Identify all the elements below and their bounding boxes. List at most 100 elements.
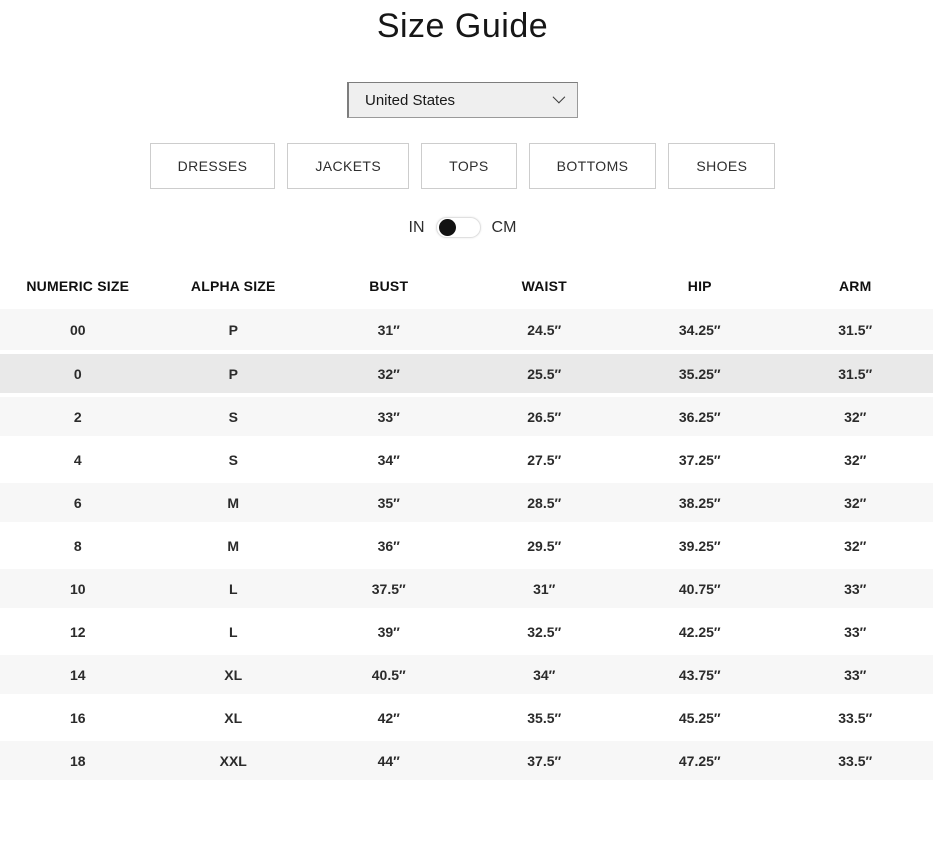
table-cell: 36″	[311, 524, 467, 567]
table-cell: 34″	[467, 653, 623, 696]
table-cell: 4	[0, 438, 156, 481]
table-cell: 47.25″	[622, 739, 778, 782]
table-cell: P	[156, 352, 312, 395]
table-cell: 44″	[311, 739, 467, 782]
table-cell: 29.5″	[467, 524, 623, 567]
table-cell: 25.5″	[467, 352, 623, 395]
table-cell: 37.25″	[622, 438, 778, 481]
table-cell: 16	[0, 696, 156, 739]
table-cell: 42″	[311, 696, 467, 739]
table-cell: 34.25″	[622, 309, 778, 352]
category-tab-shoes[interactable]: SHOES	[668, 143, 775, 189]
table-row: 4S34″27.5″37.25″32″	[0, 438, 933, 481]
table-cell: 39″	[311, 610, 467, 653]
table-cell: 12	[0, 610, 156, 653]
table-cell: 26.5″	[467, 395, 623, 438]
category-tab-bottoms[interactable]: BOTTOMS	[529, 143, 657, 189]
table-cell: 31″	[311, 309, 467, 352]
table-cell: XXL	[156, 739, 312, 782]
table-cell: 31″	[467, 567, 623, 610]
table-cell: 45.25″	[622, 696, 778, 739]
country-select[interactable]: United States	[347, 82, 578, 118]
table-cell: 38.25″	[622, 481, 778, 524]
table-cell: 28.5″	[467, 481, 623, 524]
table-cell: 31.5″	[778, 352, 934, 395]
table-cell: 32″	[778, 481, 934, 524]
column-header: HIP	[622, 268, 778, 309]
table-cell: 40.75″	[622, 567, 778, 610]
table-cell: XL	[156, 653, 312, 696]
table-cell: 10	[0, 567, 156, 610]
category-tab-jackets[interactable]: JACKETS	[287, 143, 409, 189]
table-cell: 33.5″	[778, 696, 934, 739]
page-title: Size Guide	[0, 0, 925, 46]
category-tab-tops[interactable]: TOPS	[421, 143, 516, 189]
toggle-knob	[439, 219, 456, 236]
table-cell: 00	[0, 309, 156, 352]
table-cell: 33″	[311, 395, 467, 438]
table-cell: 33.5″	[778, 739, 934, 782]
table-cell: 8	[0, 524, 156, 567]
size-guide-panel: Size Guide United States DRESSESJACKETS T…	[0, 0, 925, 238]
table-cell: S	[156, 395, 312, 438]
column-header: WAIST	[467, 268, 623, 309]
table-cell: L	[156, 610, 312, 653]
unit-label-cm[interactable]: CM	[492, 219, 517, 237]
table-cell: 37.5″	[467, 739, 623, 782]
table-cell: 40.5″	[311, 653, 467, 696]
table-row: 18XXL44″37.5″47.25″33.5″	[0, 739, 933, 782]
category-tab-dresses[interactable]: DRESSES	[150, 143, 276, 189]
table-cell: 0	[0, 352, 156, 395]
table-cell: 32″	[778, 395, 934, 438]
table-cell: 33″	[778, 567, 934, 610]
table-cell: 27.5″	[467, 438, 623, 481]
country-select-row: United States	[0, 82, 925, 118]
table-cell: 36.25″	[622, 395, 778, 438]
column-header: ARM	[778, 268, 934, 309]
category-tabs: DRESSESJACKETS TOPS BOTTOMSSHOES	[0, 143, 925, 189]
unit-toggle-row: IN CM	[0, 217, 925, 238]
table-cell: 14	[0, 653, 156, 696]
table-cell: 32″	[778, 438, 934, 481]
table-cell: 33″	[778, 610, 934, 653]
unit-label-in[interactable]: IN	[409, 219, 425, 237]
table-cell: 24.5″	[467, 309, 623, 352]
table-cell: M	[156, 524, 312, 567]
table-cell: 39.25″	[622, 524, 778, 567]
chevron-down-icon	[553, 91, 566, 104]
table-cell: 42.25″	[622, 610, 778, 653]
unit-toggle-switch[interactable]	[436, 217, 481, 238]
table-cell: 32″	[778, 524, 934, 567]
table-cell: 6	[0, 481, 156, 524]
table-cell: 33″	[778, 653, 934, 696]
size-table-header: NUMERIC SIZEALPHA SIZEBUSTWAISTHIPARM	[0, 268, 933, 309]
table-cell: 2	[0, 395, 156, 438]
table-cell: L	[156, 567, 312, 610]
table-cell: 35″	[311, 481, 467, 524]
table-cell: 34″	[311, 438, 467, 481]
table-row: 00P31″24.5″34.25″31.5″	[0, 309, 933, 352]
column-header: NUMERIC SIZE	[0, 268, 156, 309]
table-row: 12L39″32.5″42.25″33″	[0, 610, 933, 653]
table-row: 14XL40.5″34″43.75″33″	[0, 653, 933, 696]
size-table: NUMERIC SIZEALPHA SIZEBUSTWAISTHIPARM 00…	[0, 268, 933, 784]
table-cell: 35.5″	[467, 696, 623, 739]
table-cell: 37.5″	[311, 567, 467, 610]
table-cell: S	[156, 438, 312, 481]
table-cell: 35.25″	[622, 352, 778, 395]
table-cell: P	[156, 309, 312, 352]
table-cell: M	[156, 481, 312, 524]
table-cell: 32″	[311, 352, 467, 395]
table-cell: XL	[156, 696, 312, 739]
table-cell: 32.5″	[467, 610, 623, 653]
table-row: 6M35″28.5″38.25″32″	[0, 481, 933, 524]
table-row: 16XL42″35.5″45.25″33.5″	[0, 696, 933, 739]
column-header: ALPHA SIZE	[156, 268, 312, 309]
table-row: 0P32″25.5″35.25″31.5″	[0, 352, 933, 395]
table-row: 10L37.5″31″40.75″33″	[0, 567, 933, 610]
column-header: BUST	[311, 268, 467, 309]
table-row: 8M36″29.5″39.25″32″	[0, 524, 933, 567]
table-cell: 18	[0, 739, 156, 782]
table-cell: 31.5″	[778, 309, 934, 352]
table-row: 2S33″26.5″36.25″32″	[0, 395, 933, 438]
